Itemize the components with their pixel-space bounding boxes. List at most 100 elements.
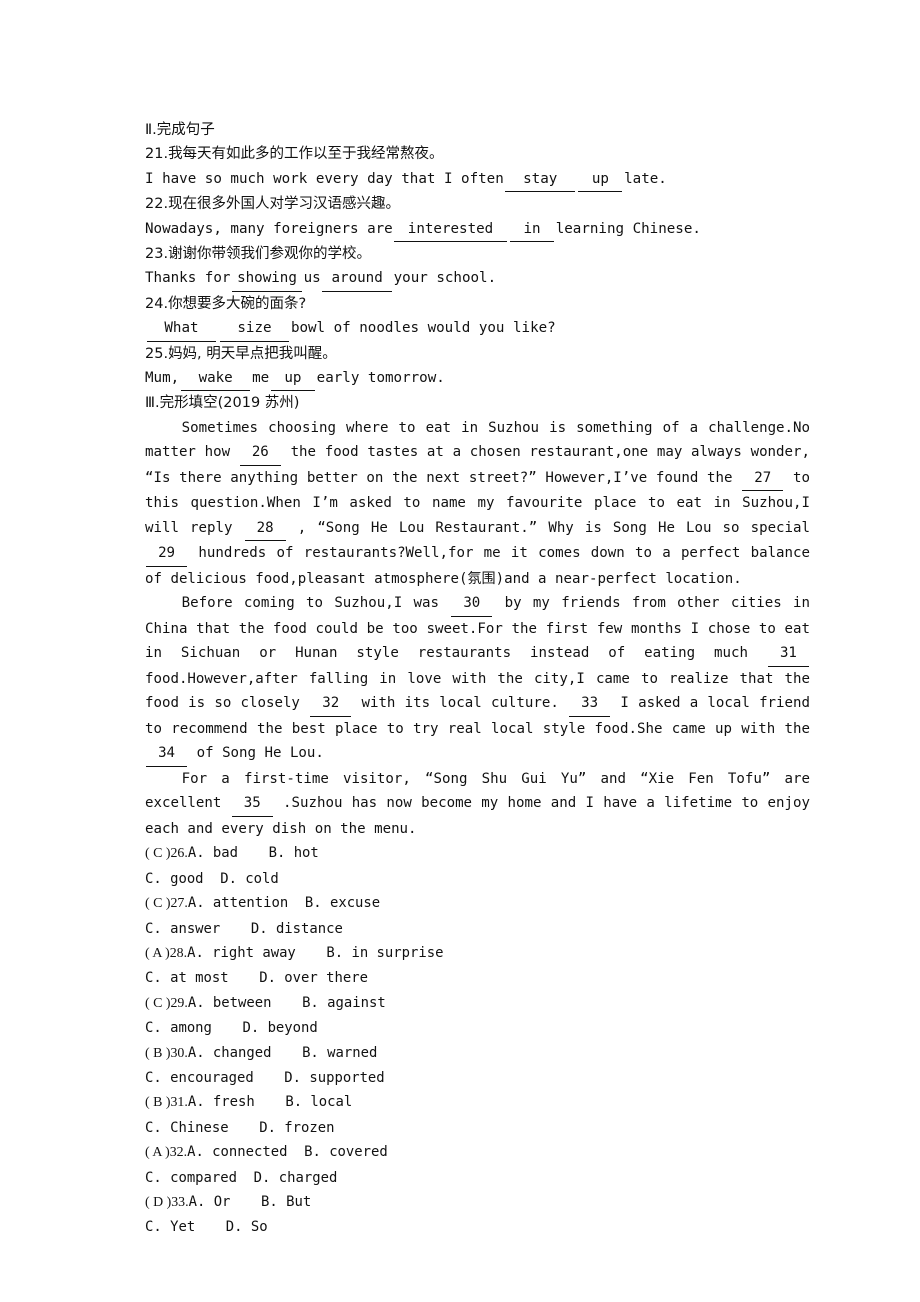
item-22-blank-2[interactable]: in	[510, 217, 555, 243]
option-b[interactable]: B. hot	[269, 845, 319, 861]
item-21-number: 21.	[145, 146, 169, 163]
answer-key-28[interactable]: ( A )	[145, 946, 170, 961]
item-25-blank-2[interactable]: up	[270, 366, 315, 392]
option-b[interactable]: B. in surprise	[326, 945, 443, 961]
option-row-30-cont: C. encouraged D. supported	[145, 1066, 810, 1090]
option-c[interactable]: C. good	[145, 871, 204, 887]
option-a[interactable]: A. fresh	[188, 1094, 255, 1110]
option-c[interactable]: C. Chinese	[145, 1120, 229, 1136]
item-24-blank-1[interactable]: What	[146, 316, 217, 342]
item-25-pre: Mum,	[145, 370, 180, 387]
cloze-blank-26[interactable]: 26	[239, 440, 281, 466]
option-c[interactable]: C. at most	[145, 970, 229, 986]
item-22-post: learning Chinese.	[555, 220, 701, 237]
option-d[interactable]: D. So	[226, 1219, 268, 1235]
exercise-item-21-chinese: 21.我每天有如此多的工作以至于我经常熬夜。	[145, 142, 810, 166]
option-a[interactable]: A. between	[188, 995, 272, 1011]
answer-key-30[interactable]: ( B )	[145, 1046, 170, 1061]
option-d[interactable]: D. over there	[259, 970, 368, 986]
option-d[interactable]: D. supported	[284, 1070, 384, 1086]
item-24-chinese-text: 你想要多大碗的面条?	[168, 295, 307, 312]
option-row-27-cont: C. answer D. distance	[145, 917, 810, 941]
answer-key-33[interactable]: ( D )	[145, 1195, 171, 1210]
option-c[interactable]: C. compared	[145, 1170, 237, 1186]
passage-text: of Song He Lou.	[188, 745, 324, 762]
option-a[interactable]: A. bad	[188, 845, 238, 861]
exercise-item-24-chinese: 24.你想要多大碗的面条?	[145, 292, 810, 316]
exercise-item-22-english: Nowadays, many foreigners are interested i…	[145, 217, 810, 243]
option-b[interactable]: B. But	[261, 1194, 311, 1210]
item-22-pre: Nowadays, many foreigners are	[145, 220, 393, 237]
cloze-blank-29[interactable]: 29	[146, 541, 187, 567]
option-a[interactable]: A. right away	[187, 945, 296, 961]
option-b[interactable]: B. covered	[304, 1144, 388, 1160]
item-23-blank-1[interactable]: showing	[232, 266, 302, 292]
option-a[interactable]: A. Or	[189, 1194, 231, 1210]
answer-key-29[interactable]: ( C )	[145, 996, 170, 1011]
question-number: 33.	[171, 1195, 189, 1211]
cloze-blank-32[interactable]: 32	[310, 691, 352, 717]
option-b[interactable]: B. warned	[302, 1045, 377, 1061]
item-23-blank-2[interactable]: around	[322, 266, 392, 292]
option-row-31: ( B )31.A. fresh B. local	[145, 1090, 810, 1115]
exercise-item-24-english: What size bowl of noodles would you like?	[145, 316, 810, 342]
option-b[interactable]: B. local	[285, 1094, 352, 1110]
cloze-blank-30[interactable]: 30	[451, 591, 493, 617]
option-d[interactable]: D. distance	[251, 921, 343, 937]
item-24-blank-2[interactable]: size	[219, 316, 290, 342]
question-number: 30.	[170, 1045, 188, 1061]
option-row-32-cont: C. compared D. charged	[145, 1166, 810, 1190]
passage-text: with its local culture.	[352, 695, 569, 712]
item-25-number: 25.	[145, 345, 169, 362]
option-d[interactable]: D. charged	[254, 1170, 338, 1186]
answer-key-27[interactable]: ( C )	[145, 896, 170, 911]
cloze-blank-35[interactable]: 35	[231, 791, 273, 817]
option-b[interactable]: B. against	[302, 995, 386, 1011]
item-23-chinese-text: 谢谢你带领我们参观你的学校。	[168, 246, 372, 263]
option-row-28: ( A )28.A. right away B. in surprise	[145, 941, 810, 966]
item-21-post: late.	[624, 170, 667, 187]
exercise-item-22-chinese: 22.现在很多外国人对学习汉语感兴趣。	[145, 192, 810, 216]
item-22-chinese-text: 现在很多外国人对学习汉语感兴趣。	[168, 196, 401, 213]
item-25-chinese-text: 妈妈, 明天早点把我叫醒。	[168, 345, 337, 362]
option-a[interactable]: A. attention	[188, 895, 288, 911]
answer-key-26[interactable]: ( C )	[145, 846, 170, 861]
cloze-blank-31[interactable]: 31	[768, 641, 809, 667]
option-c[interactable]: C. encouraged	[145, 1070, 254, 1086]
question-number: 27.	[170, 896, 188, 912]
option-c[interactable]: C. among	[145, 1020, 212, 1036]
item-25-blank-1[interactable]: wake	[180, 366, 251, 392]
option-d[interactable]: D. cold	[220, 871, 279, 887]
option-b[interactable]: B. excuse	[305, 895, 380, 911]
exercise-item-23-english: Thanks for showing us around your school.	[145, 266, 810, 292]
option-row-30: ( B )30.A. changed B. warned	[145, 1041, 810, 1066]
cloze-blank-28[interactable]: 28	[244, 516, 286, 542]
option-c[interactable]: C. answer	[145, 921, 220, 937]
cloze-blank-33[interactable]: 33	[569, 691, 611, 717]
option-a[interactable]: A. changed	[188, 1045, 272, 1061]
item-21-blank-1[interactable]: stay	[505, 167, 576, 193]
passage-text: , “Song He Lou Restaurant.” Why is Song …	[286, 519, 811, 536]
option-c[interactable]: C. Yet	[145, 1219, 195, 1235]
option-row-27: ( C )27.A. attention B. excuse	[145, 891, 810, 916]
cloze-blank-27[interactable]: 27	[742, 466, 784, 492]
item-21-blank-2[interactable]: up	[578, 167, 623, 193]
option-a[interactable]: A. connected	[187, 1144, 287, 1160]
cloze-paragraph-1: Sometimes choosing where to eat in Suzho…	[145, 416, 810, 592]
worksheet-page: Ⅱ.完成句子 21.我每天有如此多的工作以至于我经常熬夜。 I have so …	[0, 0, 920, 1302]
option-row-33-cont: C. Yet D. So	[145, 1215, 810, 1239]
answer-key-32[interactable]: ( A )	[145, 1145, 170, 1160]
option-d[interactable]: D. frozen	[259, 1120, 334, 1136]
exercise-item-25-chinese: 25.妈妈, 明天早点把我叫醒。	[145, 342, 810, 366]
option-row-31-cont: C. Chinese D. frozen	[145, 1116, 810, 1140]
option-row-29: ( C )29.A. between B. against	[145, 991, 810, 1016]
cloze-blank-34[interactable]: 34	[146, 741, 187, 767]
option-d[interactable]: D. beyond	[242, 1020, 317, 1036]
item-22-number: 22.	[145, 196, 169, 213]
answer-key-31[interactable]: ( B )	[145, 1095, 170, 1110]
item-22-blank-1[interactable]: interested	[394, 217, 507, 243]
cloze-paragraph-2: Before coming to Suzhou,I was 30 by my f…	[145, 591, 810, 767]
item-25-post: early tomorrow.	[316, 370, 445, 387]
item-23-mid: us	[303, 270, 321, 287]
item-21-chinese-text: 我每天有如此多的工作以至于我经常熬夜。	[168, 146, 444, 163]
